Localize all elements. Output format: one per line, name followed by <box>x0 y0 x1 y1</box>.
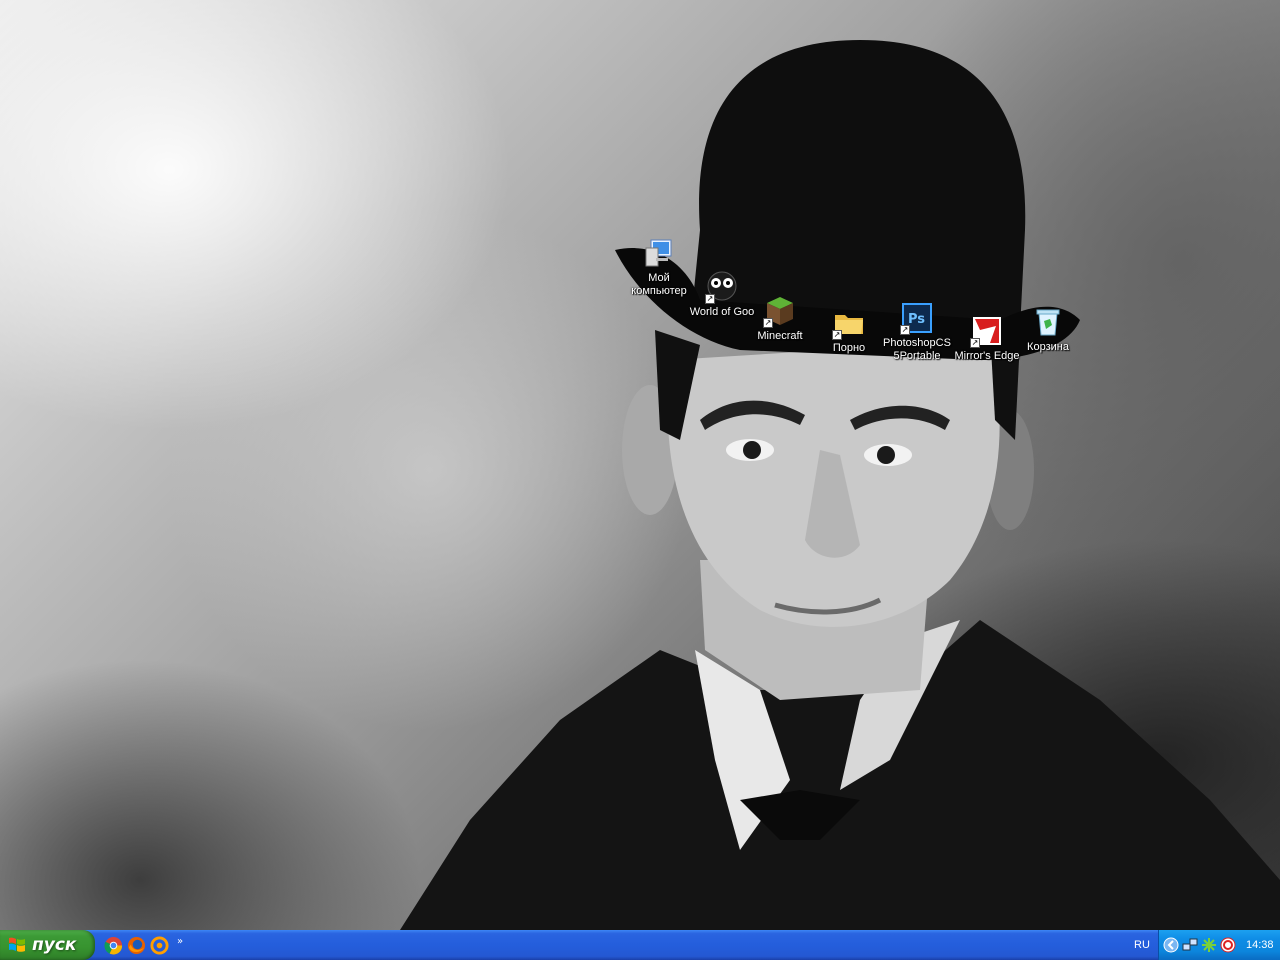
photoshop-icon: Ps ↗ <box>900 301 934 335</box>
language-indicator[interactable]: RU <box>1128 930 1156 960</box>
start-button[interactable]: пуск <box>0 930 95 960</box>
firefox-icon[interactable] <box>127 936 146 955</box>
desktop-icon-label: PhotoshopCS 5Portable <box>883 337 951 362</box>
desktop[interactable]: Мой компьютер ↗ World of Goo ↗ Minecraft… <box>0 0 1280 930</box>
antivirus-icon[interactable] <box>1220 937 1236 953</box>
chrome-icon[interactable] <box>104 936 123 955</box>
clock[interactable]: 14:38 <box>1246 939 1274 951</box>
my-computer-icon <box>642 236 676 270</box>
desktop-icon-minecraft[interactable]: ↗ Minecraft <box>740 294 820 343</box>
world-of-goo-icon: ↗ <box>705 270 739 304</box>
shortcut-arrow-icon: ↗ <box>900 325 910 335</box>
taskbar: пуск » RU 14:38 <box>0 930 1280 960</box>
recycle-bin-icon <box>1031 305 1065 339</box>
system-tray: 14:38 <box>1158 930 1280 960</box>
svg-text:Ps: Ps <box>908 312 925 327</box>
tray-expand-chevron-icon[interactable] <box>1163 937 1179 953</box>
network-icon[interactable] <box>1182 937 1198 953</box>
windows-logo-icon <box>9 937 25 952</box>
mail-ru-agent-icon[interactable] <box>150 935 169 955</box>
shortcut-arrow-icon: ↗ <box>970 338 980 348</box>
wallpaper-portrait <box>400 40 1280 930</box>
minecraft-icon: ↗ <box>763 294 797 328</box>
shortcut-arrow-icon: ↗ <box>832 330 842 340</box>
shortcut-arrow-icon: ↗ <box>705 294 715 304</box>
desktop-icon-photoshop[interactable]: Ps ↗ PhotoshopCS 5Portable <box>877 301 957 363</box>
quick-launch-more-button[interactable]: » <box>177 936 183 947</box>
desktop-icon-label: Minecraft <box>757 330 803 342</box>
desktop-icon-label: Корзина <box>1027 341 1069 353</box>
quick-launch-bar: » <box>104 935 183 955</box>
folder-icon: ↗ <box>832 306 866 340</box>
start-label: пуск <box>32 935 77 955</box>
desktop-icon-recycle-bin[interactable]: Корзина <box>1008 305 1088 354</box>
utorrent-icon[interactable] <box>1201 937 1217 953</box>
mirrors-edge-icon: ↗ <box>970 314 1004 348</box>
shortcut-arrow-icon: ↗ <box>763 318 773 328</box>
